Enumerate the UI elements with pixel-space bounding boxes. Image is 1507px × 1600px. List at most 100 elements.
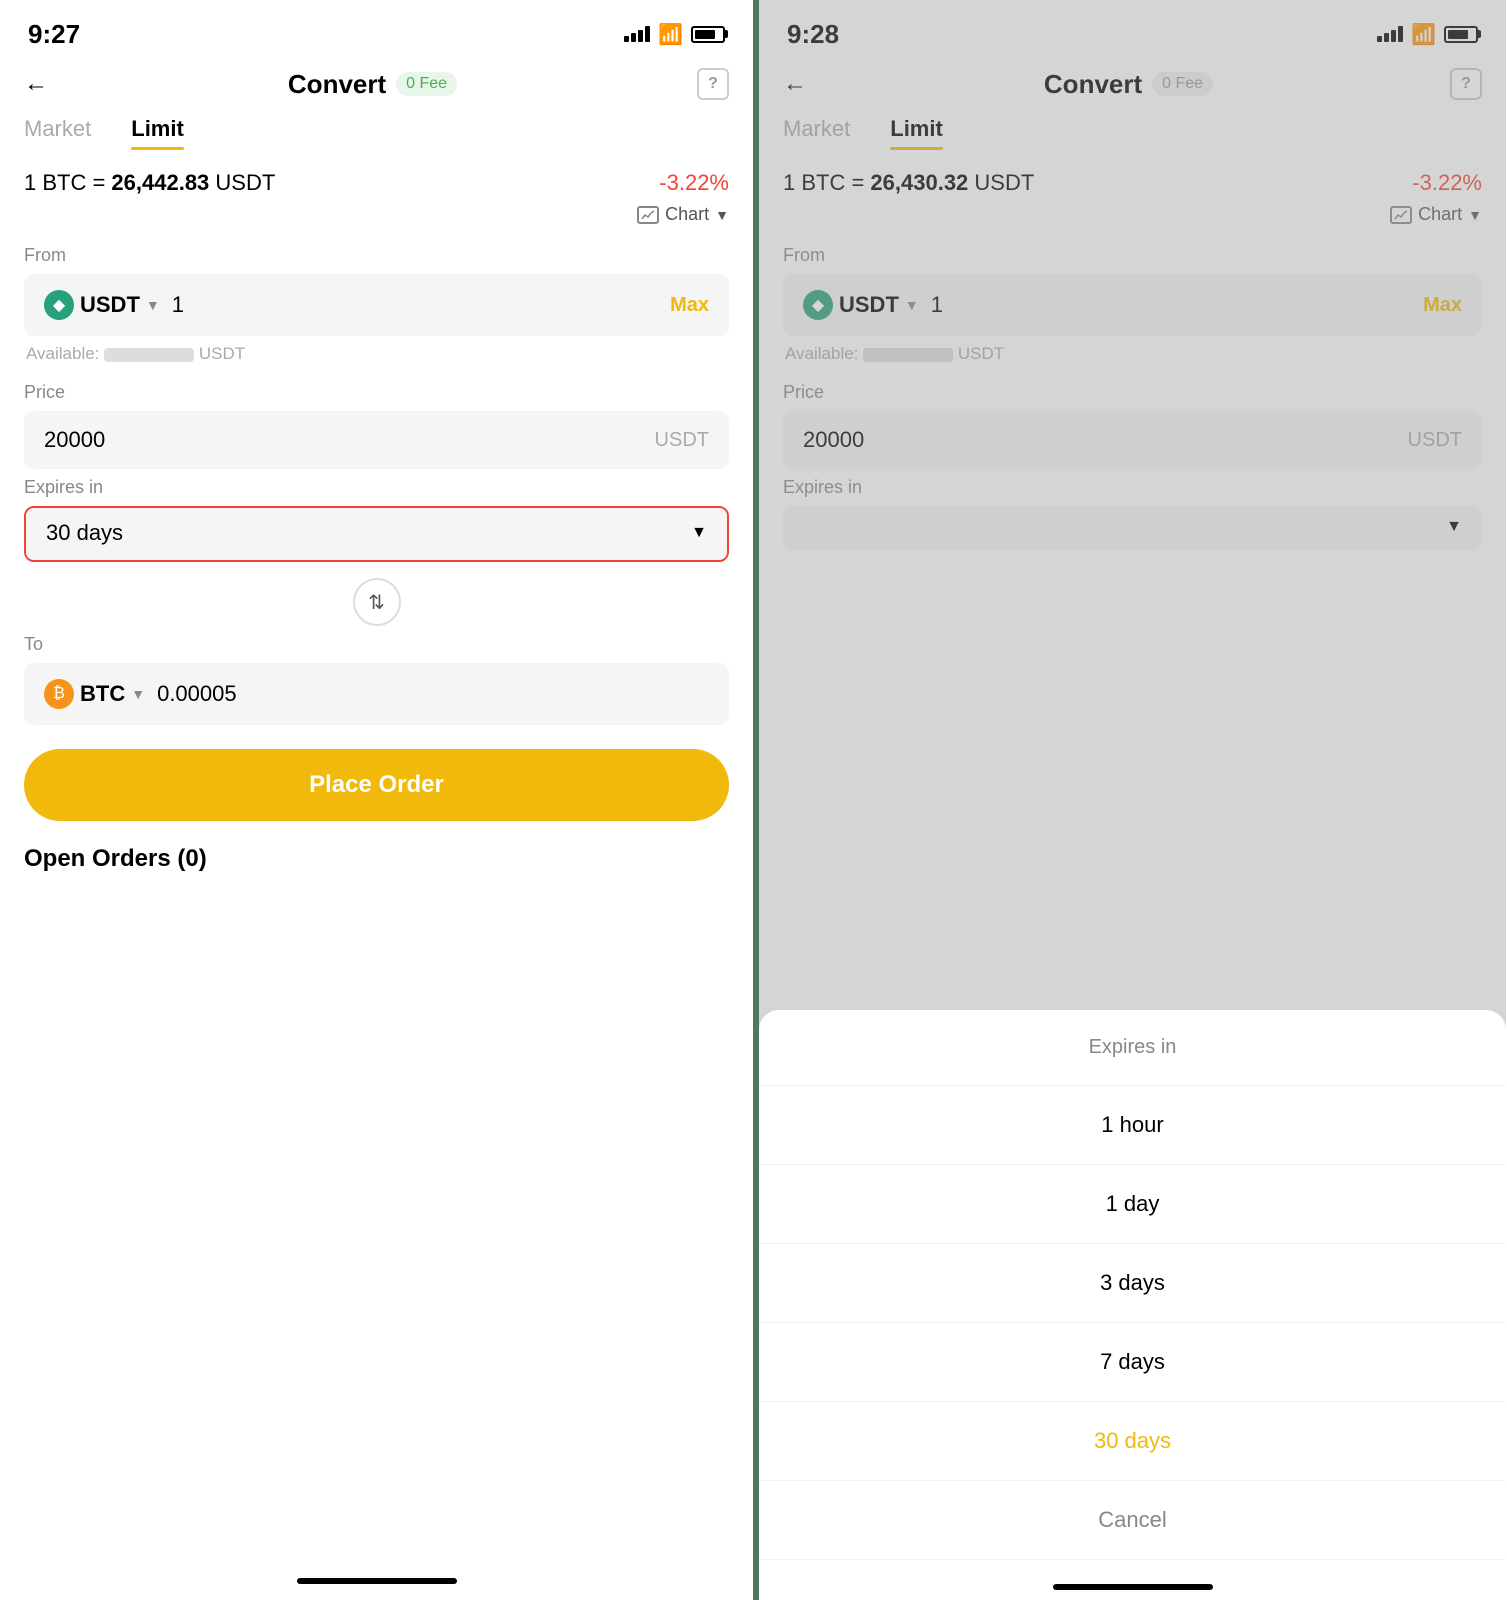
btc-logo-left: ₿ bbox=[44, 679, 74, 709]
expires-label-right: Expires in bbox=[783, 477, 1482, 498]
to-label-left: To bbox=[24, 634, 729, 655]
form-left: From ◆ USDT ▼ Max Available: USDT Price … bbox=[0, 245, 753, 570]
sheet-option-3days[interactable]: 3 days bbox=[759, 1244, 1506, 1323]
sheet-option-7days[interactable]: 7 days bbox=[759, 1323, 1506, 1402]
to-currency-selector-left[interactable]: ₿ BTC ▼ bbox=[44, 679, 145, 709]
available-row-left: Available: USDT bbox=[24, 344, 729, 364]
usdt-logo-right: ◆ bbox=[803, 290, 833, 320]
rate-change-left: -3.22% bbox=[659, 170, 729, 196]
open-orders-left: Open Orders (0) bbox=[0, 821, 753, 873]
rate-text-left: 1 BTC = 26,442.83 USDT bbox=[24, 170, 275, 196]
rate-row-right: 1 BTC = 26,430.32 USDT -3.22% bbox=[759, 170, 1506, 204]
expires-select-row-right[interactable]: ▼ bbox=[783, 506, 1482, 550]
available-currency-right: USDT bbox=[958, 344, 1004, 363]
available-label-left: Available: bbox=[26, 344, 104, 363]
from-value-input-left[interactable] bbox=[172, 292, 658, 318]
sheet-cancel[interactable]: Cancel bbox=[759, 1481, 1506, 1560]
rate-row-left: 1 BTC = 26,442.83 USDT -3.22% bbox=[0, 170, 753, 204]
price-input-right[interactable] bbox=[803, 427, 1408, 453]
status-bar-left: 9:27 📶 bbox=[0, 0, 753, 60]
header-center-left: Convert 0 Fee bbox=[288, 69, 457, 100]
header-right: ← Convert 0 Fee ? bbox=[759, 60, 1506, 116]
sheet-option-30days[interactable]: 30 days bbox=[759, 1402, 1506, 1481]
tab-market-right[interactable]: Market bbox=[783, 116, 850, 150]
expires-wrapper-right: ▼ bbox=[783, 506, 1482, 550]
wifi-icon-left: 📶 bbox=[658, 22, 683, 47]
price-currency-left: USDT bbox=[655, 429, 709, 452]
tabs-right: Market Limit bbox=[759, 116, 1506, 150]
header-title-left: Convert bbox=[288, 69, 386, 100]
back-button-left[interactable]: ← bbox=[24, 70, 48, 98]
chart-toggle-left[interactable]: Chart ▼ bbox=[0, 204, 753, 245]
available-currency-left: USDT bbox=[199, 344, 245, 363]
to-currency-name-left: BTC bbox=[80, 681, 125, 707]
header-left: ← Convert 0 Fee ? bbox=[0, 60, 753, 116]
wifi-icon-right: 📶 bbox=[1411, 22, 1436, 47]
header-title-right: Convert bbox=[1044, 69, 1142, 100]
place-order-button-left[interactable]: Place Order bbox=[24, 749, 729, 821]
rate-text-right: 1 BTC = 26,430.32 USDT bbox=[783, 170, 1034, 196]
to-section-left: To ₿ BTC ▼ Place Order bbox=[0, 634, 753, 821]
from-currency-selector-left[interactable]: ◆ USDT ▼ bbox=[44, 290, 160, 320]
max-button-left[interactable]: Max bbox=[670, 294, 709, 317]
fee-badge-right: 0 Fee bbox=[1152, 72, 1213, 96]
tab-limit-right[interactable]: Limit bbox=[890, 116, 943, 150]
from-currency-selector-right[interactable]: ◆ USDT ▼ bbox=[803, 290, 919, 320]
from-value-input-right[interactable] bbox=[931, 292, 1411, 318]
back-button-right[interactable]: ← bbox=[783, 70, 807, 98]
home-indicator-left bbox=[297, 1578, 457, 1584]
usdt-logo-left: ◆ bbox=[44, 290, 74, 320]
available-row-right: Available: USDT bbox=[783, 344, 1482, 364]
signal-icon-right bbox=[1377, 26, 1403, 42]
signal-icon-left bbox=[624, 26, 650, 42]
from-currency-chevron-left: ▼ bbox=[146, 297, 160, 313]
price-input-left[interactable] bbox=[44, 427, 655, 453]
chevron-down-icon-right: ▼ bbox=[1468, 207, 1482, 223]
help-icon-right[interactable]: ? bbox=[1450, 68, 1482, 100]
tab-limit-left[interactable]: Limit bbox=[131, 116, 184, 150]
price-currency-right: USDT bbox=[1408, 429, 1462, 452]
max-button-right[interactable]: Max bbox=[1423, 294, 1462, 317]
status-bar-right: 9:28 📶 bbox=[759, 0, 1506, 60]
left-phone-panel: 9:27 📶 ← Convert 0 Fee ? Market Limit bbox=[0, 0, 753, 1600]
sheet-option-1day[interactable]: 1 day bbox=[759, 1165, 1506, 1244]
available-balance-right bbox=[863, 348, 953, 362]
chart-icon-right bbox=[1390, 206, 1412, 224]
from-input-row-left: ◆ USDT ▼ Max bbox=[24, 274, 729, 336]
from-input-row-right: ◆ USDT ▼ Max bbox=[783, 274, 1482, 336]
chart-toggle-right[interactable]: Chart ▼ bbox=[759, 204, 1506, 245]
expires-value-left: 30 days bbox=[46, 520, 691, 546]
expires-chevron-right: ▼ bbox=[1446, 518, 1462, 536]
available-label-right: Available: bbox=[785, 344, 863, 363]
sheet-option-1hour[interactable]: 1 hour bbox=[759, 1086, 1506, 1165]
price-label-left: Price bbox=[24, 382, 729, 403]
expires-bottom-sheet: Expires in 1 hour 1 day 3 days 7 days 30… bbox=[759, 1010, 1506, 1600]
home-indicator-right bbox=[1053, 1584, 1213, 1590]
chart-icon-left bbox=[637, 206, 659, 224]
help-icon-left[interactable]: ? bbox=[697, 68, 729, 100]
expires-select-row-left[interactable]: 30 days ▼ bbox=[26, 508, 727, 560]
price-field-right: USDT bbox=[783, 411, 1482, 469]
time-left: 9:27 bbox=[28, 19, 80, 50]
sheet-header: Expires in bbox=[759, 1010, 1506, 1086]
status-icons-right: 📶 bbox=[1377, 22, 1478, 47]
to-currency-chevron-left: ▼ bbox=[131, 686, 145, 702]
from-currency-name-left: USDT bbox=[80, 292, 140, 318]
right-phone-panel: 9:28 📶 ← Convert 0 Fee ? Market Limit bbox=[753, 0, 1506, 1600]
price-label-right: Price bbox=[783, 382, 1482, 403]
battery-icon-left bbox=[691, 26, 725, 43]
to-value-input-left[interactable] bbox=[157, 681, 709, 707]
battery-icon-right bbox=[1444, 26, 1478, 43]
tab-market-left[interactable]: Market bbox=[24, 116, 91, 150]
swap-button-left[interactable]: ⇅ bbox=[353, 578, 401, 626]
status-icons-left: 📶 bbox=[624, 22, 725, 47]
chevron-down-icon-left: ▼ bbox=[715, 207, 729, 223]
from-currency-chevron-right: ▼ bbox=[905, 297, 919, 313]
chart-label-left: Chart bbox=[665, 204, 709, 225]
expires-label-left: Expires in bbox=[24, 477, 729, 498]
to-input-row-left: ₿ BTC ▼ bbox=[24, 663, 729, 725]
expires-wrapper-left: 30 days ▼ bbox=[24, 506, 729, 562]
tabs-left: Market Limit bbox=[0, 116, 753, 150]
chart-label-right: Chart bbox=[1418, 204, 1462, 225]
fee-badge-left: 0 Fee bbox=[396, 72, 457, 96]
